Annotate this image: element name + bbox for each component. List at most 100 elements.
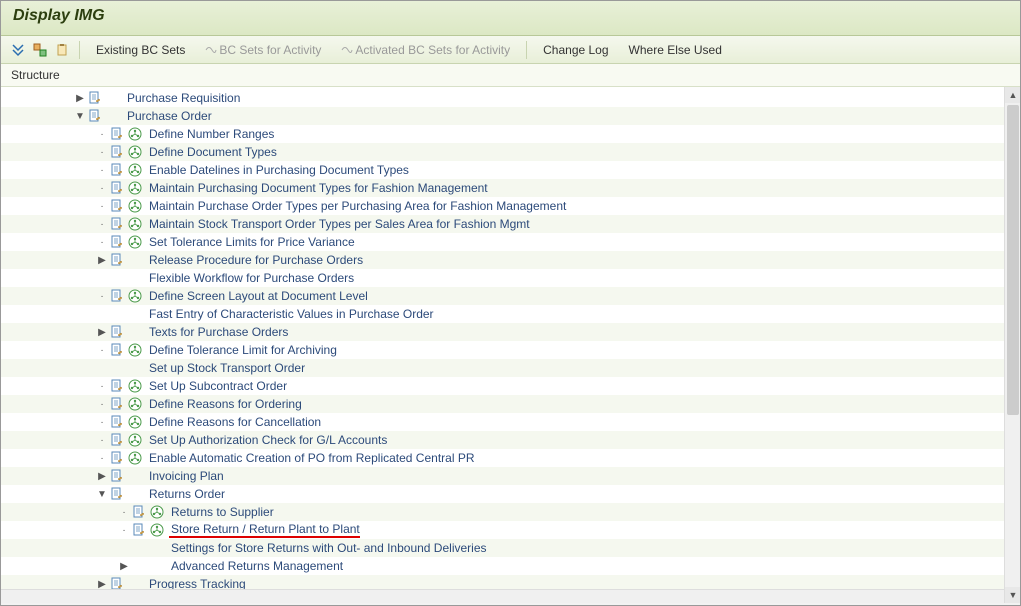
tree-row[interactable]: Fast Entry of Characteristic Values in P… <box>1 305 1020 323</box>
img-activity-doc-icon[interactable] <box>109 342 125 358</box>
tree-node-label[interactable]: Set up Stock Transport Order <box>147 361 305 375</box>
img-activity-doc-icon[interactable] <box>109 414 125 430</box>
collapse-icon[interactable]: ▼ <box>95 487 109 501</box>
where-else-used-button[interactable]: Where Else Used <box>621 41 730 59</box>
change-log-button[interactable]: Change Log <box>535 41 616 59</box>
tree-node-label[interactable]: Purchase Order <box>125 109 212 123</box>
expand-icon[interactable]: ▶ <box>95 469 109 483</box>
execute-activity-icon[interactable] <box>149 522 165 538</box>
collapse-icon[interactable]: ▼ <box>73 109 87 123</box>
scroll-up-icon[interactable]: ▲ <box>1005 87 1020 103</box>
tree-row[interactable]: ·Maintain Stock Transport Order Types pe… <box>1 215 1020 233</box>
img-activity-doc-icon[interactable] <box>109 378 125 394</box>
tree-row[interactable]: ·Define Tolerance Limit for Archiving <box>1 341 1020 359</box>
img-activity-doc-icon[interactable] <box>109 216 125 232</box>
img-activity-doc-icon[interactable] <box>109 234 125 250</box>
img-activity-doc-icon[interactable] <box>87 90 103 106</box>
tree-row[interactable]: ▶ Advanced Returns Management <box>1 557 1020 575</box>
execute-activity-icon[interactable] <box>127 126 143 142</box>
img-activity-doc-icon[interactable] <box>109 450 125 466</box>
tree-node-label[interactable]: Define Reasons for Cancellation <box>147 415 321 429</box>
execute-activity-icon[interactable] <box>127 198 143 214</box>
tree-row[interactable]: Set up Stock Transport Order <box>1 359 1020 377</box>
tree-row[interactable]: ·Define Reasons for Ordering <box>1 395 1020 413</box>
execute-activity-icon[interactable] <box>127 144 143 160</box>
scroll-down-icon[interactable]: ▼ <box>1005 587 1020 603</box>
img-activity-doc-icon[interactable] <box>109 252 125 268</box>
tree-row[interactable]: ·Returns to Supplier <box>1 503 1020 521</box>
tree-node-label[interactable]: Define Screen Layout at Document Level <box>147 289 368 303</box>
tree-row[interactable]: Settings for Store Returns with Out- and… <box>1 539 1020 557</box>
horizontal-scrollbar[interactable] <box>1 589 1004 603</box>
execute-activity-icon[interactable] <box>127 342 143 358</box>
tree-node-label[interactable]: Texts for Purchase Orders <box>147 325 288 339</box>
tree-row[interactable]: Flexible Workflow for Purchase Orders <box>1 269 1020 287</box>
expand-icon[interactable]: ▶ <box>73 91 87 105</box>
expand-icon[interactable]: ▶ <box>95 253 109 267</box>
tree-node-label[interactable]: Define Reasons for Ordering <box>147 397 302 411</box>
tree-node-label[interactable]: Invoicing Plan <box>147 469 224 483</box>
img-activity-doc-icon[interactable] <box>109 432 125 448</box>
tree-row[interactable]: ▶ Release Procedure for Purchase Orders <box>1 251 1020 269</box>
img-activity-doc-icon[interactable] <box>109 324 125 340</box>
tree-node-label[interactable]: Returns Order <box>147 487 225 501</box>
tree-row[interactable]: ▼ Returns Order <box>1 485 1020 503</box>
tree-row[interactable]: ▶ Invoicing Plan <box>1 467 1020 485</box>
tree-node-label[interactable]: Fast Entry of Characteristic Values in P… <box>147 307 434 321</box>
tree-row[interactable]: ▼ Purchase Order <box>1 107 1020 125</box>
execute-activity-icon[interactable] <box>127 450 143 466</box>
execute-activity-icon[interactable] <box>127 162 143 178</box>
tree-row[interactable]: ·Enable Automatic Creation of PO from Re… <box>1 449 1020 467</box>
execute-activity-icon[interactable] <box>127 234 143 250</box>
execute-activity-icon[interactable] <box>127 378 143 394</box>
scroll-thumb[interactable] <box>1007 105 1019 415</box>
clipboard-icon[interactable] <box>53 41 71 59</box>
vertical-scrollbar[interactable]: ▲ ▼ <box>1004 87 1020 603</box>
tree-row[interactable]: ▶ Texts for Purchase Orders <box>1 323 1020 341</box>
expand-icon[interactable]: ▶ <box>95 325 109 339</box>
execute-activity-icon[interactable] <box>127 216 143 232</box>
img-activity-doc-icon[interactable] <box>109 180 125 196</box>
execute-activity-icon[interactable] <box>127 396 143 412</box>
execute-activity-icon[interactable] <box>127 432 143 448</box>
execute-activity-icon[interactable] <box>127 180 143 196</box>
tree-row[interactable]: ·Define Reasons for Cancellation <box>1 413 1020 431</box>
tree-node-label[interactable]: Settings for Store Returns with Out- and… <box>169 541 487 555</box>
tree-node-label[interactable]: Maintain Purchasing Document Types for F… <box>147 181 488 195</box>
expand-all-icon[interactable] <box>9 41 27 59</box>
node-icon[interactable] <box>31 41 49 59</box>
tree-node-label[interactable]: Enable Automatic Creation of PO from Rep… <box>147 451 475 465</box>
tree-node-label[interactable]: Define Document Types <box>147 145 277 159</box>
img-activity-doc-icon[interactable] <box>109 126 125 142</box>
tree-row[interactable]: ·Define Screen Layout at Document Level <box>1 287 1020 305</box>
tree-node-label[interactable]: Advanced Returns Management <box>169 559 343 573</box>
tree-node-label[interactable]: Set Up Authorization Check for G/L Accou… <box>147 433 387 447</box>
img-activity-doc-icon[interactable] <box>109 162 125 178</box>
tree-node-label[interactable]: Returns to Supplier <box>169 505 274 519</box>
img-activity-doc-icon[interactable] <box>109 144 125 160</box>
tree-row[interactable]: ·Set Up Subcontract Order <box>1 377 1020 395</box>
tree-row[interactable]: ·Define Document Types <box>1 143 1020 161</box>
img-activity-doc-icon[interactable] <box>131 522 147 538</box>
img-activity-doc-icon[interactable] <box>109 396 125 412</box>
img-activity-doc-icon[interactable] <box>109 198 125 214</box>
tree-node-label[interactable]: Release Procedure for Purchase Orders <box>147 253 363 267</box>
tree-node-label[interactable]: Enable Datelines in Purchasing Document … <box>147 163 409 177</box>
existing-bc-sets-button[interactable]: Existing BC Sets <box>88 41 193 59</box>
execute-activity-icon[interactable] <box>127 414 143 430</box>
img-activity-doc-icon[interactable] <box>109 486 125 502</box>
tree-node-label[interactable]: Store Return / Return Plant to Plant <box>169 522 360 538</box>
tree-row[interactable]: ·Maintain Purchase Order Types per Purch… <box>1 197 1020 215</box>
tree-node-label[interactable]: Define Number Ranges <box>147 127 274 141</box>
img-activity-doc-icon[interactable] <box>109 288 125 304</box>
tree-row[interactable]: ·Define Number Ranges <box>1 125 1020 143</box>
tree-node-label[interactable]: Define Tolerance Limit for Archiving <box>147 343 337 357</box>
img-activity-doc-icon[interactable] <box>109 468 125 484</box>
tree-row[interactable]: ▶Purchase Requisition <box>1 89 1020 107</box>
tree-row[interactable]: ·Store Return / Return Plant to Plant <box>1 521 1020 539</box>
tree-node-label[interactable]: Set Tolerance Limits for Price Variance <box>147 235 355 249</box>
tree-node-label[interactable]: Flexible Workflow for Purchase Orders <box>147 271 354 285</box>
tree-node-label[interactable]: Maintain Purchase Order Types per Purcha… <box>147 199 566 213</box>
execute-activity-icon[interactable] <box>127 288 143 304</box>
expand-icon[interactable]: ▶ <box>117 559 131 573</box>
